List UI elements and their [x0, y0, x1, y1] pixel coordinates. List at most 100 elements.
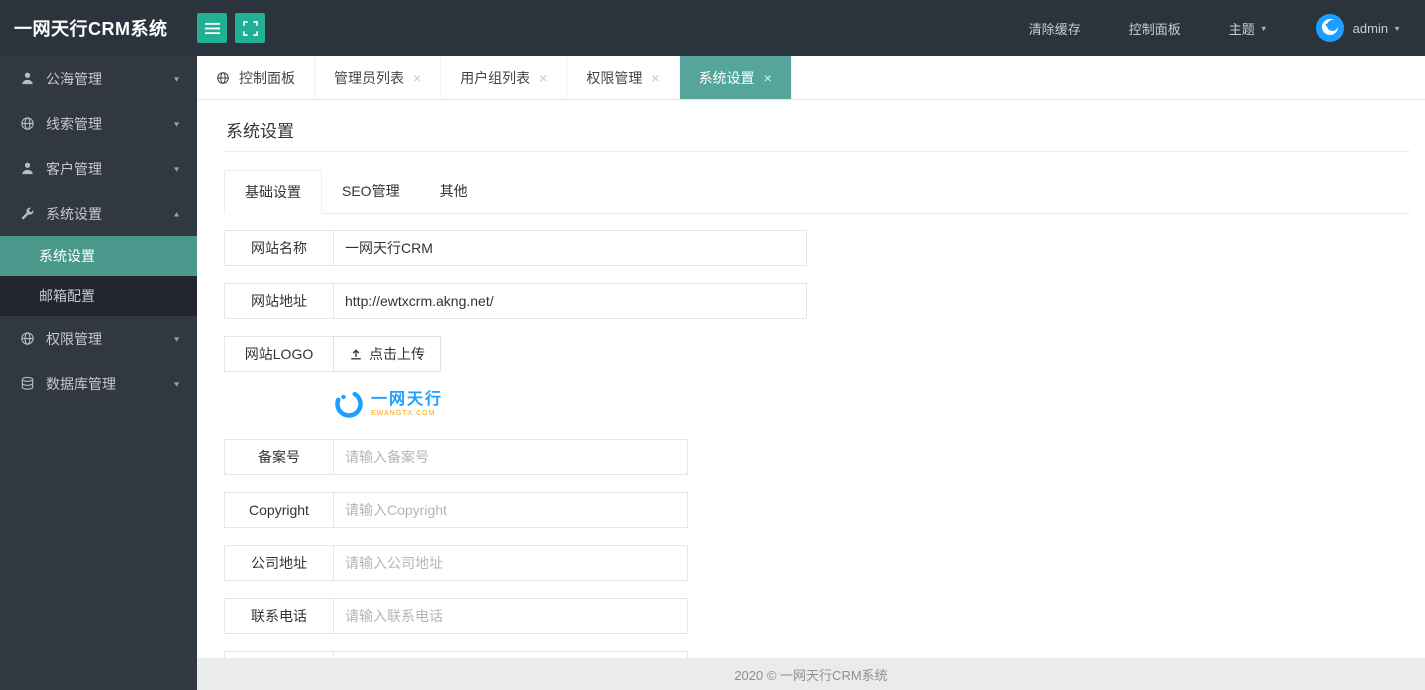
- tab-user-group-list[interactable]: 用户组列表 ×: [441, 56, 568, 99]
- control-panel-link[interactable]: 控制面板: [1129, 19, 1181, 38]
- logo-title: 一网天行: [371, 391, 444, 408]
- sidebar-subitem-email-config[interactable]: 邮箱配置: [0, 276, 197, 316]
- tab-permissions[interactable]: 权限管理 ×: [567, 56, 680, 99]
- record-number-input[interactable]: [333, 439, 688, 475]
- chevron-down-icon: ▼: [172, 74, 181, 83]
- theme-label: 主题: [1228, 21, 1255, 37]
- chevron-down-icon: ▼: [172, 379, 181, 388]
- site-name-label: 网站名称: [224, 230, 334, 266]
- tab-seo-management[interactable]: SEO管理: [322, 170, 420, 213]
- close-icon[interactable]: ×: [413, 70, 421, 86]
- footer-text: 2020 © 一网天行CRM系统: [734, 667, 888, 683]
- contact-phone-label: 联系电话: [224, 598, 334, 634]
- wrench-icon: [21, 207, 34, 220]
- sidebar: 公海管理 ▼ 线索管理 ▼ 客户管理 ▼ 系统设置 ▲ 系统设置 邮箱配置 权限…: [0, 56, 197, 690]
- user-menu[interactable]: admin ▼: [1353, 21, 1401, 36]
- tab-system-settings[interactable]: 系统设置 ×: [679, 56, 792, 99]
- company-address-row: 公司地址: [224, 545, 1410, 581]
- tab-label: 权限管理: [586, 69, 643, 86]
- user-icon: [22, 72, 33, 85]
- sidebar-item-permissions[interactable]: 权限管理 ▼: [0, 316, 197, 361]
- site-name-row: 网站名称: [224, 230, 1410, 266]
- chevron-down-icon: ▼: [1393, 23, 1401, 33]
- sidebar-item-label: 权限管理: [46, 330, 102, 347]
- close-icon[interactable]: ×: [651, 70, 659, 86]
- settings-form: 网站名称 网站地址 网站LOGO 点击上传 一: [224, 230, 1410, 658]
- sidebar-item-label: 线索管理: [46, 115, 102, 132]
- chevron-down-icon: ▼: [172, 334, 181, 343]
- contact-phone-row: 联系电话: [224, 598, 1410, 634]
- copyright-input[interactable]: [333, 492, 688, 528]
- sidebar-subitem-system-settings[interactable]: 系统设置: [0, 236, 197, 276]
- upload-button-label: 点击上传: [369, 346, 425, 362]
- tab-label: 管理员列表: [334, 69, 404, 86]
- page-title: 系统设置: [224, 100, 1410, 152]
- chevron-up-icon: ▲: [172, 209, 181, 218]
- record-number-label: 备案号: [224, 439, 334, 475]
- sidebar-item-label: 公海管理: [46, 70, 102, 87]
- globe-icon: [21, 332, 34, 345]
- sidebar-subitem-label: 邮箱配置: [39, 288, 95, 304]
- site-url-input[interactable]: [333, 283, 807, 319]
- menu-toggle-button[interactable]: [197, 13, 227, 43]
- logo-text-block: 一网天行 EWANGTX.COM: [371, 391, 443, 417]
- sidebar-item-database[interactable]: 数据库管理 ▼: [0, 361, 197, 406]
- copyright-row: Copyright: [224, 492, 1410, 528]
- upload-icon: [351, 349, 361, 360]
- app-title: 一网天行CRM系统: [14, 19, 168, 39]
- user-icon: [22, 162, 33, 175]
- tab-label: 系统设置: [698, 69, 755, 86]
- email-account-row: 邮箱账号: [224, 651, 1410, 658]
- fullscreen-button[interactable]: [235, 13, 265, 43]
- site-logo-row: 网站LOGO 点击上传: [224, 336, 1410, 372]
- upload-button[interactable]: 点击上传: [333, 336, 441, 372]
- logo-bird-icon: [335, 390, 363, 418]
- site-url-row: 网站地址: [224, 283, 1410, 319]
- sidebar-item-label: 客户管理: [46, 160, 102, 177]
- logo-subtitle: EWANGTX.COM: [371, 410, 436, 417]
- main-content: 系统设置 基础设置 SEO管理 其他 网站名称 网站地址 网站LOGO 点击上传: [197, 100, 1425, 658]
- company-address-label: 公司地址: [224, 545, 334, 581]
- site-logo-preview: 一网天行 EWANGTX.COM: [334, 389, 443, 419]
- email-account-label: 邮箱账号: [224, 651, 334, 658]
- database-icon: [21, 376, 34, 390]
- tab-label: 控制面板: [239, 69, 295, 86]
- hamburger-icon: [204, 22, 220, 35]
- tab-other[interactable]: 其他: [420, 170, 488, 213]
- globe-icon: [217, 71, 229, 84]
- company-address-input[interactable]: [333, 545, 688, 581]
- avatar-bird-icon: [1315, 14, 1344, 42]
- window-tabbar: 控制面板 管理员列表 × 用户组列表 × 权限管理 × 系统设置 ×: [197, 56, 1425, 100]
- avatar[interactable]: [1315, 14, 1344, 42]
- sidebar-item-system-settings[interactable]: 系统设置 ▲: [0, 191, 197, 236]
- app-window: 一网天行CRM系统 清除缓存 控制面板 主题 ▼ admin ▼ 公海管理 ▼ …: [0, 0, 1425, 690]
- chevron-down-icon: ▼: [172, 119, 181, 128]
- site-name-input[interactable]: [333, 230, 807, 266]
- theme-menu[interactable]: 主题 ▼: [1229, 19, 1268, 38]
- clear-cache-link[interactable]: 清除缓存: [1029, 19, 1081, 38]
- username-label: admin: [1352, 20, 1389, 36]
- fullscreen-icon: [242, 20, 258, 36]
- tab-label: 用户组列表: [460, 69, 531, 86]
- sidebar-item-label: 系统设置: [46, 205, 102, 222]
- settings-tabs: 基础设置 SEO管理 其他: [224, 170, 1410, 214]
- top-header: 一网天行CRM系统 清除缓存 控制面板 主题 ▼ admin ▼: [0, 0, 1425, 56]
- footer: 2020 © 一网天行CRM系统: [197, 658, 1425, 690]
- globe-icon: [21, 117, 34, 130]
- close-icon[interactable]: ×: [539, 70, 547, 86]
- tab-control-panel[interactable]: 控制面板: [197, 56, 315, 99]
- email-account-input[interactable]: [333, 651, 688, 658]
- sidebar-subitem-label: 系统设置: [39, 248, 95, 264]
- close-icon[interactable]: ×: [764, 70, 772, 86]
- contact-phone-input[interactable]: [333, 598, 688, 634]
- site-logo-label: 网站LOGO: [224, 336, 334, 372]
- sidebar-item-public-sea[interactable]: 公海管理 ▼: [0, 56, 197, 101]
- sidebar-item-leads[interactable]: 线索管理 ▼: [0, 101, 197, 146]
- sidebar-item-label: 数据库管理: [46, 375, 116, 392]
- record-number-row: 备案号: [224, 439, 1410, 475]
- chevron-down-icon: ▼: [1259, 23, 1268, 33]
- site-url-label: 网站地址: [224, 283, 334, 319]
- tab-basic-settings[interactable]: 基础设置: [224, 170, 322, 214]
- tab-admin-list[interactable]: 管理员列表 ×: [315, 56, 442, 99]
- sidebar-item-customers[interactable]: 客户管理 ▼: [0, 146, 197, 191]
